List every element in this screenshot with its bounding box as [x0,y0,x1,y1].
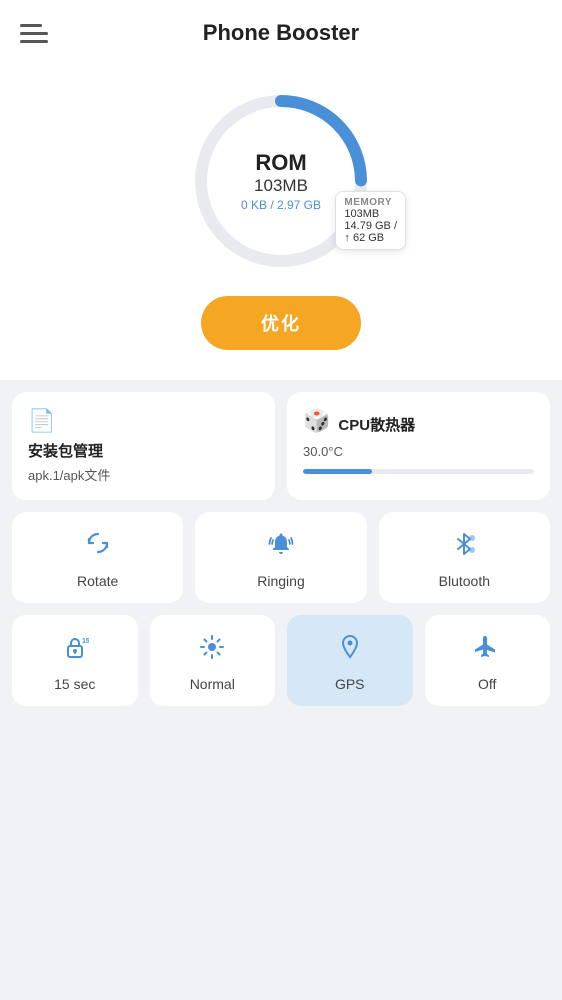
cpu-cooler-card[interactable]: 🎲 CPU散热器 30.0°C [287,392,550,500]
cpu-progress-fill [303,469,372,474]
gauge-value: 103MB [241,176,321,196]
cpu-temp: 30.0°C [303,444,534,459]
mem-label: MEMORY [344,197,397,208]
gauge-center: ROM 103MB 0 KB / 2.97 GB [241,150,321,212]
quick-bluetooth[interactable]: Blutooth [379,512,550,603]
mem-line2: 14.79 GB / [344,220,397,232]
off-label: Off [478,676,496,692]
cpu-title: CPU散热器 [338,414,415,435]
off-icon [473,633,501,668]
package-sub: apk.1/apk文件 [28,465,259,484]
bluetooth-label: Blutooth [439,573,490,589]
mem-value: 103MB [344,208,397,220]
gauge-sub: 0 KB / 2.97 GB [241,198,321,212]
rotate-icon [84,530,112,565]
page-title: Phone Booster [203,20,359,46]
svg-text:15: 15 [82,638,89,645]
quick-rotate[interactable]: Rotate [12,512,183,603]
quick-settings-row2: 15 15 sec Normal [0,603,562,718]
gauge-container: ROM 103MB 0 KB / 2.97 GB MEMORY 103MB 14… [186,86,376,276]
timer-label: 15 sec [54,676,95,692]
cpu-icon: 🎲 [303,408,330,434]
quick-gps[interactable]: GPS [287,615,413,706]
package-manager-card[interactable]: 📄 安装包管理 apk.1/apk文件 [12,392,275,500]
optimize-button[interactable]: 优化 [201,296,361,350]
quick-ringing[interactable]: Ringing [195,512,366,603]
ringing-icon [267,530,295,565]
mem-line3: ↑ 62 GB [344,232,397,244]
cpu-progress-bar [303,469,534,474]
header: Phone Booster [0,0,562,56]
gauge-label: ROM [241,150,321,176]
memory-tooltip: MEMORY 103MB 14.79 GB / ↑ 62 GB [335,191,406,250]
rom-card: ROM 103MB 0 KB / 2.97 GB MEMORY 103MB 14… [0,56,562,380]
package-title: 安装包管理 [28,440,259,461]
quick-normal[interactable]: Normal [150,615,276,706]
feature-cards-row: 📄 安装包管理 apk.1/apk文件 🎲 CPU散热器 30.0°C [0,380,562,500]
normal-label: Normal [190,676,235,692]
gps-label: GPS [335,676,365,692]
quick-timer[interactable]: 15 15 sec [12,615,138,706]
rotate-label: Rotate [77,573,118,589]
quick-off[interactable]: Off [425,615,551,706]
bluetooth-icon [450,530,478,565]
menu-icon[interactable] [20,24,48,43]
normal-icon [198,633,226,668]
ringing-label: Ringing [257,573,304,589]
package-icon: 📄 [28,408,259,434]
quick-settings-row1: Rotate Ringing Blu [0,500,562,603]
timer-icon: 15 [61,633,89,668]
gps-icon [336,633,364,668]
